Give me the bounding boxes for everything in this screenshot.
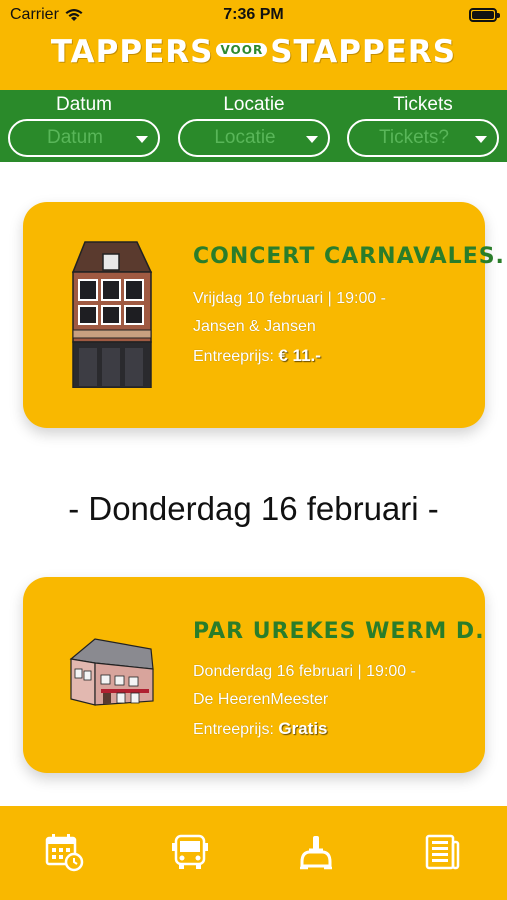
tab-tappers[interactable] bbox=[292, 828, 340, 876]
event-price-label: Entreeprijs: bbox=[193, 721, 274, 738]
filter-locatie: Locatie Locatie bbox=[178, 94, 330, 157]
filter-tickets-label: Tickets bbox=[393, 94, 453, 115]
event-venue: De HeerenMeester bbox=[193, 691, 329, 708]
filter-locatie-label: Locatie bbox=[223, 94, 285, 115]
logo-text-mid: VOOR bbox=[216, 42, 268, 57]
tickets-dropdown-placeholder: Tickets? bbox=[378, 127, 450, 148]
event-title: PAR UREKES WERM D. bbox=[193, 619, 485, 644]
event-price-label: Entreeprijs: bbox=[193, 348, 274, 365]
venue-building-illustration bbox=[69, 638, 154, 706]
logo-text-right: STAPPERS bbox=[270, 34, 457, 70]
newspaper-icon bbox=[425, 834, 460, 870]
event-price: Entreeprijs: € 11.- bbox=[193, 346, 321, 366]
venue-building-illustration bbox=[71, 241, 153, 388]
datum-dropdown[interactable]: Datum bbox=[8, 119, 160, 157]
locatie-dropdown[interactable]: Locatie bbox=[178, 119, 330, 157]
tab-news[interactable] bbox=[418, 828, 466, 876]
event-price: Entreeprijs: Gratis bbox=[193, 719, 328, 739]
logo-text-left: TAPPERS bbox=[50, 34, 214, 70]
app-logo: TAPPERS VOOR STAPPERS bbox=[0, 34, 507, 70]
tab-agenda[interactable] bbox=[40, 828, 88, 876]
event-title: CONCERT CARNAVALES. bbox=[193, 244, 505, 269]
event-date-time: Donderdag 16 februari | 19:00 - bbox=[193, 663, 416, 680]
battery-icon bbox=[469, 8, 500, 22]
event-card[interactable]: PAR UREKES WERM D. Donderdag 16 februari… bbox=[23, 577, 485, 773]
chevron-down-icon bbox=[136, 136, 148, 143]
clock: 7:36 PM bbox=[223, 6, 284, 23]
filter-datum-label: Datum bbox=[56, 94, 112, 115]
event-date-time: Vrijdag 10 februari | 19:00 - bbox=[193, 290, 387, 307]
datum-dropdown-placeholder: Datum bbox=[47, 127, 103, 148]
event-price-value: Gratis bbox=[278, 719, 328, 738]
filter-tickets: Tickets Tickets? bbox=[347, 94, 499, 157]
event-price-value: € 11.- bbox=[278, 346, 321, 365]
tap-icon bbox=[300, 836, 332, 870]
chevron-down-icon bbox=[306, 136, 318, 143]
filter-datum: Datum Datum bbox=[8, 94, 160, 157]
tab-transport[interactable] bbox=[166, 828, 214, 876]
chevron-down-icon bbox=[475, 136, 487, 143]
locatie-dropdown-placeholder: Locatie bbox=[214, 127, 276, 148]
bus-icon bbox=[172, 834, 208, 869]
event-card[interactable]: CONCERT CARNAVALES. Vrijdag 10 februari … bbox=[23, 202, 504, 428]
app-header: Carrier 7:36 PM TAPPERS VOOR STAPPERS bbox=[0, 0, 507, 90]
bottom-tab-bar bbox=[0, 806, 507, 900]
status-bar: Carrier 7:36 PM bbox=[0, 0, 507, 30]
date-section-heading: - Donderdag 16 februari - bbox=[68, 490, 439, 527]
calendar-icon bbox=[45, 834, 84, 872]
filter-bar: Datum Datum Locatie Locatie Tickets Tick… bbox=[0, 90, 507, 162]
event-venue: Jansen & Jansen bbox=[193, 318, 316, 335]
tickets-dropdown[interactable]: Tickets? bbox=[347, 119, 499, 157]
